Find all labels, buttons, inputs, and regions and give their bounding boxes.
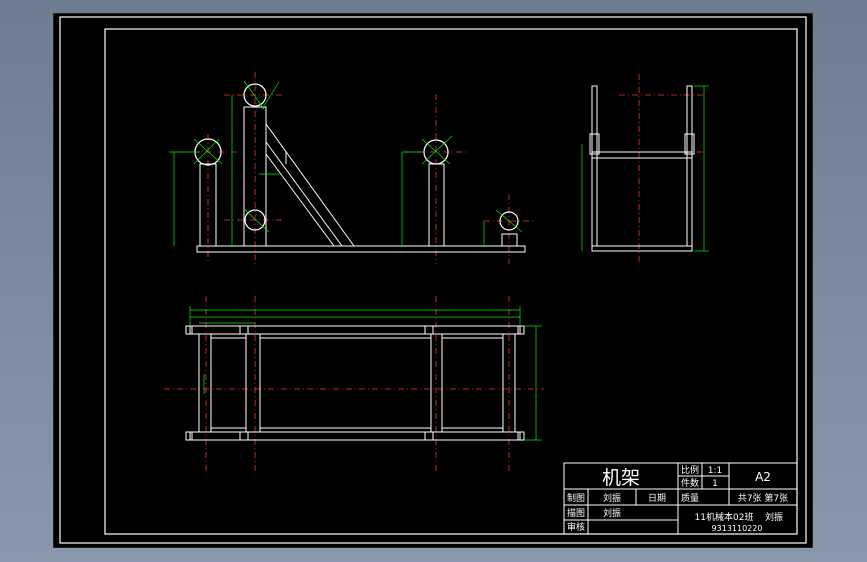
scale-value: 1:1 xyxy=(708,466,722,476)
checked-label: 审核 xyxy=(567,521,585,533)
scale-label: 比例 xyxy=(681,464,699,476)
front-dimensions xyxy=(169,80,523,246)
weight-label: 质量 xyxy=(681,492,699,504)
drawn-name: 刘振 xyxy=(603,492,621,504)
front-view xyxy=(169,72,534,264)
side-frame-outline xyxy=(589,85,695,252)
front-frame-outline xyxy=(196,106,526,253)
student-name: 刘振 xyxy=(765,511,783,523)
side-dimensions xyxy=(581,85,709,252)
traced-name: 刘振 xyxy=(603,507,621,519)
qty-value: 1 xyxy=(712,479,718,489)
sheet-inner-border xyxy=(104,28,798,535)
side-centerlines xyxy=(619,74,704,264)
side-view xyxy=(581,74,709,264)
drawing-name: 机架 xyxy=(602,467,640,489)
qty-label: 件数 xyxy=(681,477,699,489)
sheet-info: 共7张 第7张 xyxy=(738,492,788,504)
drawn-label: 制图 xyxy=(567,492,585,504)
front-pipe-sections xyxy=(194,83,519,231)
top-frame-outline xyxy=(189,325,521,441)
paper-size: A2 xyxy=(755,470,771,484)
top-view xyxy=(164,296,544,472)
student-id: 9313110220 xyxy=(712,524,763,533)
top-centerlines xyxy=(164,296,544,472)
traced-label: 描图 xyxy=(567,507,585,519)
title-block: 机架 比例 1:1 件数 1 A2 制图 刘振 日期 质量 共7张 第7张 描图… xyxy=(563,462,798,535)
engineering-drawing: 机架 比例 1:1 件数 1 A2 制图 刘振 日期 质量 共7张 第7张 描图… xyxy=(59,16,807,544)
sheet-outer-border xyxy=(59,16,807,544)
cad-viewport[interactable]: 机架 比例 1:1 件数 1 A2 制图 刘振 日期 质量 共7张 第7张 描图… xyxy=(54,14,812,547)
date-label: 日期 xyxy=(648,493,666,504)
top-mounting-tabs xyxy=(185,325,525,441)
class-name: 11机械本02班 xyxy=(695,511,754,523)
